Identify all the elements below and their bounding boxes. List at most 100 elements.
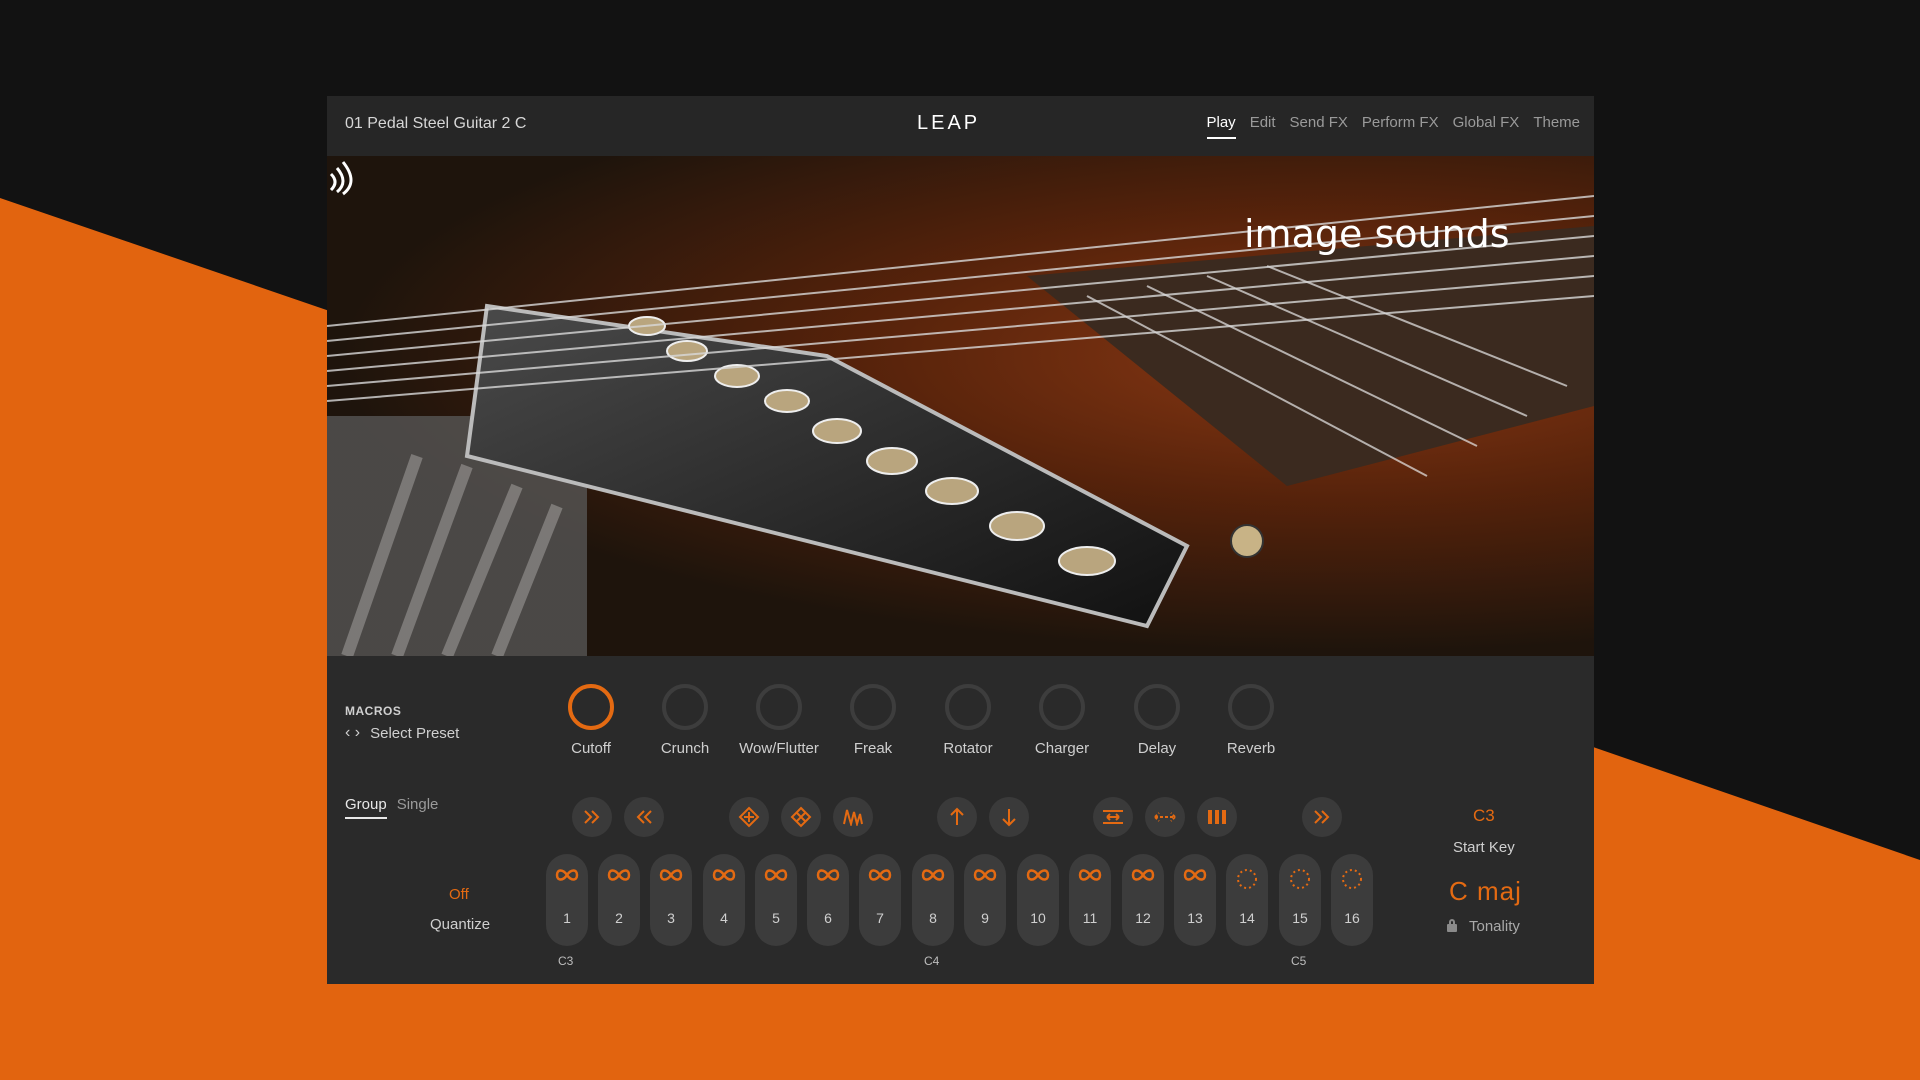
knob-ring-icon[interactable] — [662, 684, 708, 730]
pad-5[interactable]: 5 — [755, 854, 797, 946]
tab-edit[interactable]: Edit — [1250, 114, 1276, 139]
pad-4[interactable]: 4 — [703, 854, 745, 946]
header-bar: 01 Pedal Steel Guitar 2 C LEAP Play Edit… — [327, 96, 1594, 156]
tab-theme[interactable]: Theme — [1533, 114, 1580, 139]
tonality-label: Tonality — [1469, 918, 1520, 935]
octave-label-c4: C4 — [924, 954, 940, 968]
knob-ring-icon[interactable] — [1228, 684, 1274, 730]
loop-infinity-icon — [1122, 868, 1164, 888]
knob-delay[interactable]: Delay — [1110, 684, 1204, 757]
tonality-row: Tonality — [1447, 918, 1520, 935]
next-button[interactable] — [1302, 797, 1342, 837]
loop-infinity-icon — [1017, 868, 1059, 888]
knob-label: Reverb — [1226, 740, 1276, 757]
pad-3[interactable]: 3 — [650, 854, 692, 946]
knob-ring-icon[interactable] — [1039, 684, 1085, 730]
pad-11[interactable]: 11 — [1069, 854, 1111, 946]
macros-title: MACROS — [345, 704, 402, 718]
preset-name[interactable]: 01 Pedal Steel Guitar 2 C — [345, 115, 526, 133]
swap-icon — [1103, 810, 1123, 824]
knob-ring-icon[interactable] — [850, 684, 896, 730]
lock-icon[interactable] — [1447, 918, 1457, 932]
octave-down-button[interactable] — [989, 797, 1029, 837]
knob-ring-icon[interactable] — [756, 684, 802, 730]
pad-number: 9 — [981, 910, 989, 926]
knob-reverb[interactable]: Reverb — [1204, 684, 1298, 757]
loop-infinity-icon — [703, 868, 745, 888]
pad-number: 16 — [1344, 910, 1360, 926]
slice-button[interactable] — [1197, 797, 1237, 837]
knob-label: Charger — [1034, 740, 1090, 757]
knob-wow-flutter[interactable]: Wow/Flutter — [732, 684, 826, 757]
tab-group[interactable]: Group — [345, 796, 387, 819]
dotted-circle-icon — [1279, 868, 1321, 889]
stretch-button[interactable] — [1145, 797, 1185, 837]
start-key-label: Start Key — [1453, 839, 1515, 856]
knob-label: Wow/Flutter — [739, 740, 819, 757]
expand-icon — [1154, 812, 1176, 822]
knob-label: Rotator — [943, 740, 993, 757]
loop-infinity-icon — [1069, 868, 1111, 888]
loop-infinity-icon — [755, 868, 797, 888]
rewind-button[interactable] — [624, 797, 664, 837]
shuffle-icon — [738, 806, 760, 828]
tab-global-fx[interactable]: Global FX — [1453, 114, 1520, 139]
loop-infinity-icon — [807, 868, 849, 888]
knob-ring-icon[interactable] — [1134, 684, 1180, 730]
octave-label-c3: C3 — [558, 954, 574, 968]
pad-15[interactable]: 15 — [1279, 854, 1321, 946]
pad-2[interactable]: 2 — [598, 854, 640, 946]
pad-number: 6 — [824, 910, 832, 926]
envelope-button[interactable] — [833, 797, 873, 837]
tonality-value[interactable]: C maj — [1449, 876, 1522, 907]
pad-6[interactable]: 6 — [807, 854, 849, 946]
main-nav: Play Edit Send FX Perform FX Global FX T… — [1206, 114, 1595, 139]
tab-perform-fx[interactable]: Perform FX — [1362, 114, 1439, 139]
pad-1[interactable]: 1 — [546, 854, 588, 946]
knob-ring-icon[interactable] — [568, 684, 614, 730]
knob-crunch[interactable]: Crunch — [638, 684, 732, 757]
knob-label: Freak — [853, 740, 893, 757]
image-sounds-brand: image sounds — [1244, 212, 1510, 256]
pad-14[interactable]: 14 — [1226, 854, 1268, 946]
pad-13[interactable]: 13 — [1174, 854, 1216, 946]
start-key-value[interactable]: C3 — [1473, 806, 1495, 826]
pad-10[interactable]: 10 — [1017, 854, 1059, 946]
pad-12[interactable]: 12 — [1122, 854, 1164, 946]
instrument-image: image sounds — [327, 156, 1594, 656]
fast-forward-icon — [1314, 810, 1330, 824]
knob-charger[interactable]: Charger — [1015, 684, 1109, 757]
tab-send-fx[interactable]: Send FX — [1290, 114, 1348, 139]
pad-number: 3 — [667, 910, 675, 926]
randomize-button[interactable] — [729, 797, 769, 837]
loop-infinity-icon — [859, 868, 901, 888]
pad-number: 11 — [1082, 910, 1098, 926]
pad-number: 2 — [615, 910, 623, 926]
randomize-alt-button[interactable] — [781, 797, 821, 837]
pad-9[interactable]: 9 — [964, 854, 1006, 946]
macro-preset-selector[interactable]: ‹ › Select Preset — [345, 724, 459, 742]
knob-rotator[interactable]: Rotator — [921, 684, 1015, 757]
knob-ring-icon[interactable] — [945, 684, 991, 730]
arrow-down-icon — [1002, 809, 1016, 827]
pad-7[interactable]: 7 — [859, 854, 901, 946]
knob-freak[interactable]: Freak — [826, 684, 920, 757]
octave-up-button[interactable] — [937, 797, 977, 837]
prev-next-arrows-icon[interactable]: ‹ › — [345, 724, 360, 742]
tab-single[interactable]: Single — [397, 796, 439, 819]
reverse-button[interactable] — [1093, 797, 1133, 837]
pad-number: 13 — [1187, 910, 1203, 926]
dotted-circle-icon — [1226, 868, 1268, 889]
pad-8[interactable]: 8 — [912, 854, 954, 946]
fast-forward-icon — [584, 810, 600, 824]
arrow-up-icon — [950, 807, 964, 825]
loop-infinity-icon — [912, 868, 954, 888]
knob-cutoff[interactable]: Cutoff — [544, 684, 638, 757]
loop-mode-tabs: Group Single — [345, 796, 448, 819]
fast-forward-button[interactable] — [572, 797, 612, 837]
quantize-value[interactable]: Off — [449, 886, 469, 903]
tab-play[interactable]: Play — [1206, 114, 1236, 139]
pad-number: 8 — [929, 910, 937, 926]
rewind-icon — [636, 810, 652, 824]
pad-16[interactable]: 16 — [1331, 854, 1373, 946]
